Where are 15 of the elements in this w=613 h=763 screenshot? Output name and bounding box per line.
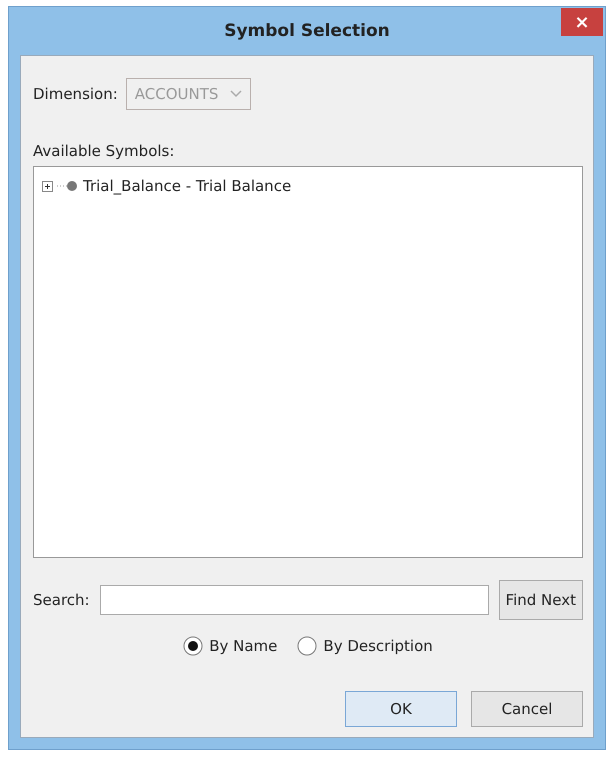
search-field[interactable] (100, 585, 489, 615)
expand-icon[interactable] (42, 180, 53, 192)
radio-option[interactable]: By Name (183, 636, 278, 656)
chevron-icon (230, 90, 242, 98)
dialog-button[interactable]: Cancel (471, 691, 583, 727)
node-dot-icon (57, 180, 79, 192)
radio-option[interactable]: By Description (297, 636, 433, 656)
dialog-button[interactable]: OK (345, 691, 457, 727)
symbols-label: Available Symbols: (33, 142, 176, 160)
find-next-button[interactable]: Find Next (498, 580, 583, 620)
tree-item[interactable]: Trial_Balance - Trial Balance (83, 177, 292, 195)
search-label: Search: (33, 591, 90, 609)
close-button[interactable]: × (561, 8, 603, 36)
dimension-label: Dimension: (33, 85, 118, 103)
window-title: Symbol Selection (224, 21, 390, 41)
